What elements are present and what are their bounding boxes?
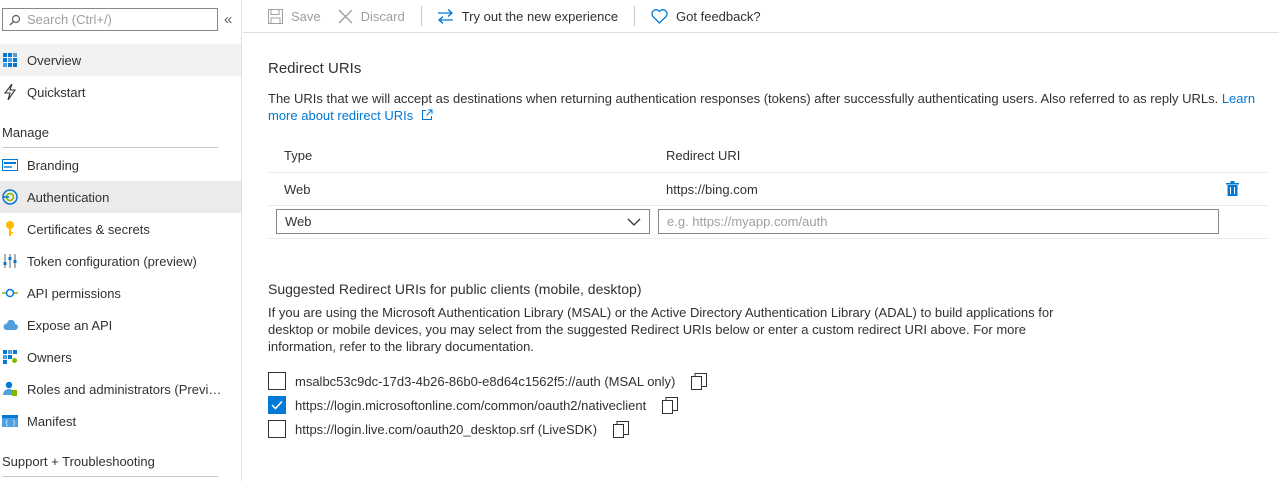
token-icon [2, 253, 18, 269]
toolbar-separator [420, 6, 422, 26]
sidebar-item-owners[interactable]: Owners [0, 341, 241, 373]
sidebar-item-manifest[interactable]: { } Manifest [0, 405, 241, 437]
divider [2, 476, 218, 477]
suggested-uri-label: msalbc53c9dc-17d3-4b26-86b0-e8d64c1562f5… [295, 373, 676, 389]
sidebar-item-branding[interactable]: Branding [0, 149, 241, 181]
sidebar-item-label: Owners [27, 349, 72, 365]
sidebar-item-authentication[interactable]: Authentication [0, 181, 241, 213]
sidebar-item-certificates[interactable]: Certificates & secrets [0, 213, 241, 245]
row-uri: https://bing.com [666, 182, 758, 197]
sidebar-item-label: Branding [27, 157, 80, 173]
sidebar-item-token-configuration[interactable]: Token configuration (preview) [0, 245, 241, 277]
toolbar-separator [634, 6, 636, 26]
sidebar-item-label: Token configuration (preview) [27, 253, 197, 269]
collapse-sidebar-button[interactable]: « [224, 12, 232, 27]
overview-icon [2, 52, 18, 68]
switch-arrows-icon [437, 8, 454, 24]
branding-icon [2, 157, 18, 173]
quickstart-icon [2, 84, 18, 100]
redirect-uri-input[interactable] [658, 209, 1219, 234]
column-header-redirect-uri: Redirect URI [666, 148, 741, 163]
sidebar: Search (Ctrl+/) « Overview Quickstart Ma… [0, 0, 242, 481]
redirect-uris-title: Redirect URIs [268, 60, 362, 77]
checkmark-icon [271, 400, 283, 410]
chevron-down-icon [627, 218, 641, 226]
discard-label: Discard [360, 8, 405, 24]
manifest-icon: { } [2, 413, 18, 429]
suggested-uris-title: Suggested Redirect URIs for public clien… [268, 281, 642, 297]
key-icon [2, 221, 18, 237]
search-placeholder: Search (Ctrl+/) [27, 12, 112, 27]
sidebar-item-expose-api[interactable]: Expose an API [0, 309, 241, 341]
support-heading: Support + Troubleshooting [2, 454, 155, 469]
owners-icon [2, 349, 18, 365]
sidebar-item-label: Roles and administrators (Preview) [27, 381, 222, 397]
suggested-uris-description: If you are using the Microsoft Authentic… [268, 305, 1054, 354]
sidebar-item-label: Expose an API [27, 317, 113, 333]
suggested-uri-option: https://login.live.com/oauth20_desktop.s… [268, 419, 630, 439]
feedback-button[interactable]: Got feedback? [651, 1, 761, 31]
suggested-uri-option: msalbc53c9dc-17d3-4b26-86b0-e8d64c1562f5… [268, 371, 708, 391]
cloud-icon [2, 317, 18, 333]
feedback-label: Got feedback? [676, 8, 761, 24]
search-input[interactable]: Search (Ctrl+/) [2, 8, 218, 31]
divider [268, 205, 1268, 206]
try-new-experience-button[interactable]: Try out the new experience [437, 1, 618, 31]
try-new-experience-label: Try out the new experience [461, 8, 619, 24]
svg-text:{ }: { } [5, 420, 16, 427]
sidebar-item-label: Quickstart [27, 84, 86, 100]
command-bar: Save Discard Try out the new experience … [243, 0, 1279, 33]
checkbox[interactable] [268, 372, 286, 390]
type-dropdown-value: Web [285, 214, 312, 229]
save-label: Save [291, 8, 321, 24]
sidebar-item-label: Manifest [27, 413, 77, 429]
description-text: The URIs that we will accept as destinat… [268, 91, 1219, 106]
row-type: Web [284, 182, 311, 197]
checkbox-checked[interactable] [268, 396, 286, 414]
sidebar-item-label: Certificates & secrets [27, 221, 150, 237]
roles-icon [2, 381, 18, 397]
divider [268, 238, 1268, 239]
copy-icon[interactable] [613, 420, 630, 438]
suggested-uri-label: https://login.microsoftonline.com/common… [295, 397, 647, 413]
save-icon [268, 8, 283, 24]
sidebar-item-api-permissions[interactable]: API permissions [0, 277, 241, 309]
suggested-uri-label: https://login.live.com/oauth20_desktop.s… [295, 421, 598, 437]
sidebar-item-label: API permissions [27, 285, 121, 301]
divider [2, 147, 218, 148]
search-icon [9, 14, 21, 25]
discard-button[interactable]: Discard [338, 1, 405, 31]
authentication-icon [2, 189, 18, 205]
api-permissions-icon [2, 285, 18, 301]
sidebar-item-roles[interactable]: Roles and administrators (Preview) [0, 373, 241, 405]
divider [268, 172, 1268, 173]
heart-icon [651, 8, 668, 24]
sidebar-item-label: Authentication [27, 189, 110, 205]
column-header-type: Type [284, 148, 313, 163]
delete-icon[interactable] [1226, 181, 1239, 199]
checkbox[interactable] [268, 420, 286, 438]
type-dropdown[interactable]: Web [276, 209, 650, 234]
copy-icon[interactable] [691, 372, 708, 390]
manage-heading: Manage [2, 125, 49, 140]
sidebar-item-quickstart[interactable]: Quickstart [0, 76, 241, 108]
copy-icon[interactable] [662, 396, 679, 414]
close-icon [338, 9, 353, 24]
suggested-uri-option: https://login.microsoftonline.com/common… [268, 395, 679, 415]
sidebar-item-label: Overview [27, 52, 82, 68]
redirect-uris-description: The URIs that we will accept as destinat… [268, 90, 1258, 124]
external-link-icon [421, 109, 433, 120]
save-button[interactable]: Save [268, 1, 321, 31]
sidebar-item-overview[interactable]: Overview [0, 44, 241, 76]
